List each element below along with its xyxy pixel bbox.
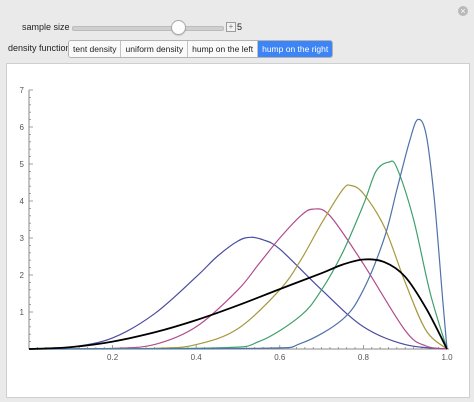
density-option-tent[interactable]: tent density — [69, 41, 122, 57]
x-tick-label: 0.4 — [191, 353, 203, 362]
order-statistic-curve-1 — [28, 236, 448, 350]
order-statistic-curve-4 — [28, 160, 448, 350]
order-statistic-curve-5 — [28, 118, 448, 350]
y-tick-label: 7 — [20, 86, 25, 95]
sample-size-label: sample size — [22, 22, 70, 32]
density-plot-svg: 0.2 0.4 0.6 0.8 1.0 1 2 3 4 5 6 7 — [20, 86, 454, 362]
sample-size-value: 5 — [237, 22, 243, 32]
sample-size-slider-track[interactable] — [72, 26, 224, 31]
x-tick-label: 0.8 — [358, 353, 370, 362]
order-statistic-curve-3 — [28, 184, 448, 350]
density-plot: 0.2 0.4 0.6 0.8 1.0 1 2 3 4 5 6 7 — [6, 63, 470, 398]
y-tick-label: 4 — [20, 197, 25, 206]
y-tick-label: 2 — [20, 271, 25, 280]
sample-size-slider-thumb[interactable] — [171, 20, 186, 35]
density-option-hump-right[interactable]: hump on the right — [258, 41, 333, 57]
density-option-uniform[interactable]: uniform density — [121, 41, 189, 57]
density-option-hump-left[interactable]: hump on the left — [188, 41, 259, 57]
y-tick-label: 1 — [20, 308, 25, 317]
y-tick-label: 6 — [20, 123, 25, 132]
close-icon[interactable]: × — [458, 6, 468, 16]
density-function-label: density function — [8, 43, 71, 53]
x-tick-label: 0.6 — [274, 353, 286, 362]
y-tick-label: 3 — [20, 234, 25, 243]
x-tick-label: 0.2 — [107, 353, 119, 362]
y-tick-label: 5 — [20, 160, 25, 169]
slider-expand-icon[interactable]: + — [226, 22, 236, 32]
x-tick-label: 1.0 — [441, 353, 453, 362]
density-curve-main — [28, 258, 448, 350]
density-function-selector: tent density uniform density hump on the… — [68, 40, 334, 58]
